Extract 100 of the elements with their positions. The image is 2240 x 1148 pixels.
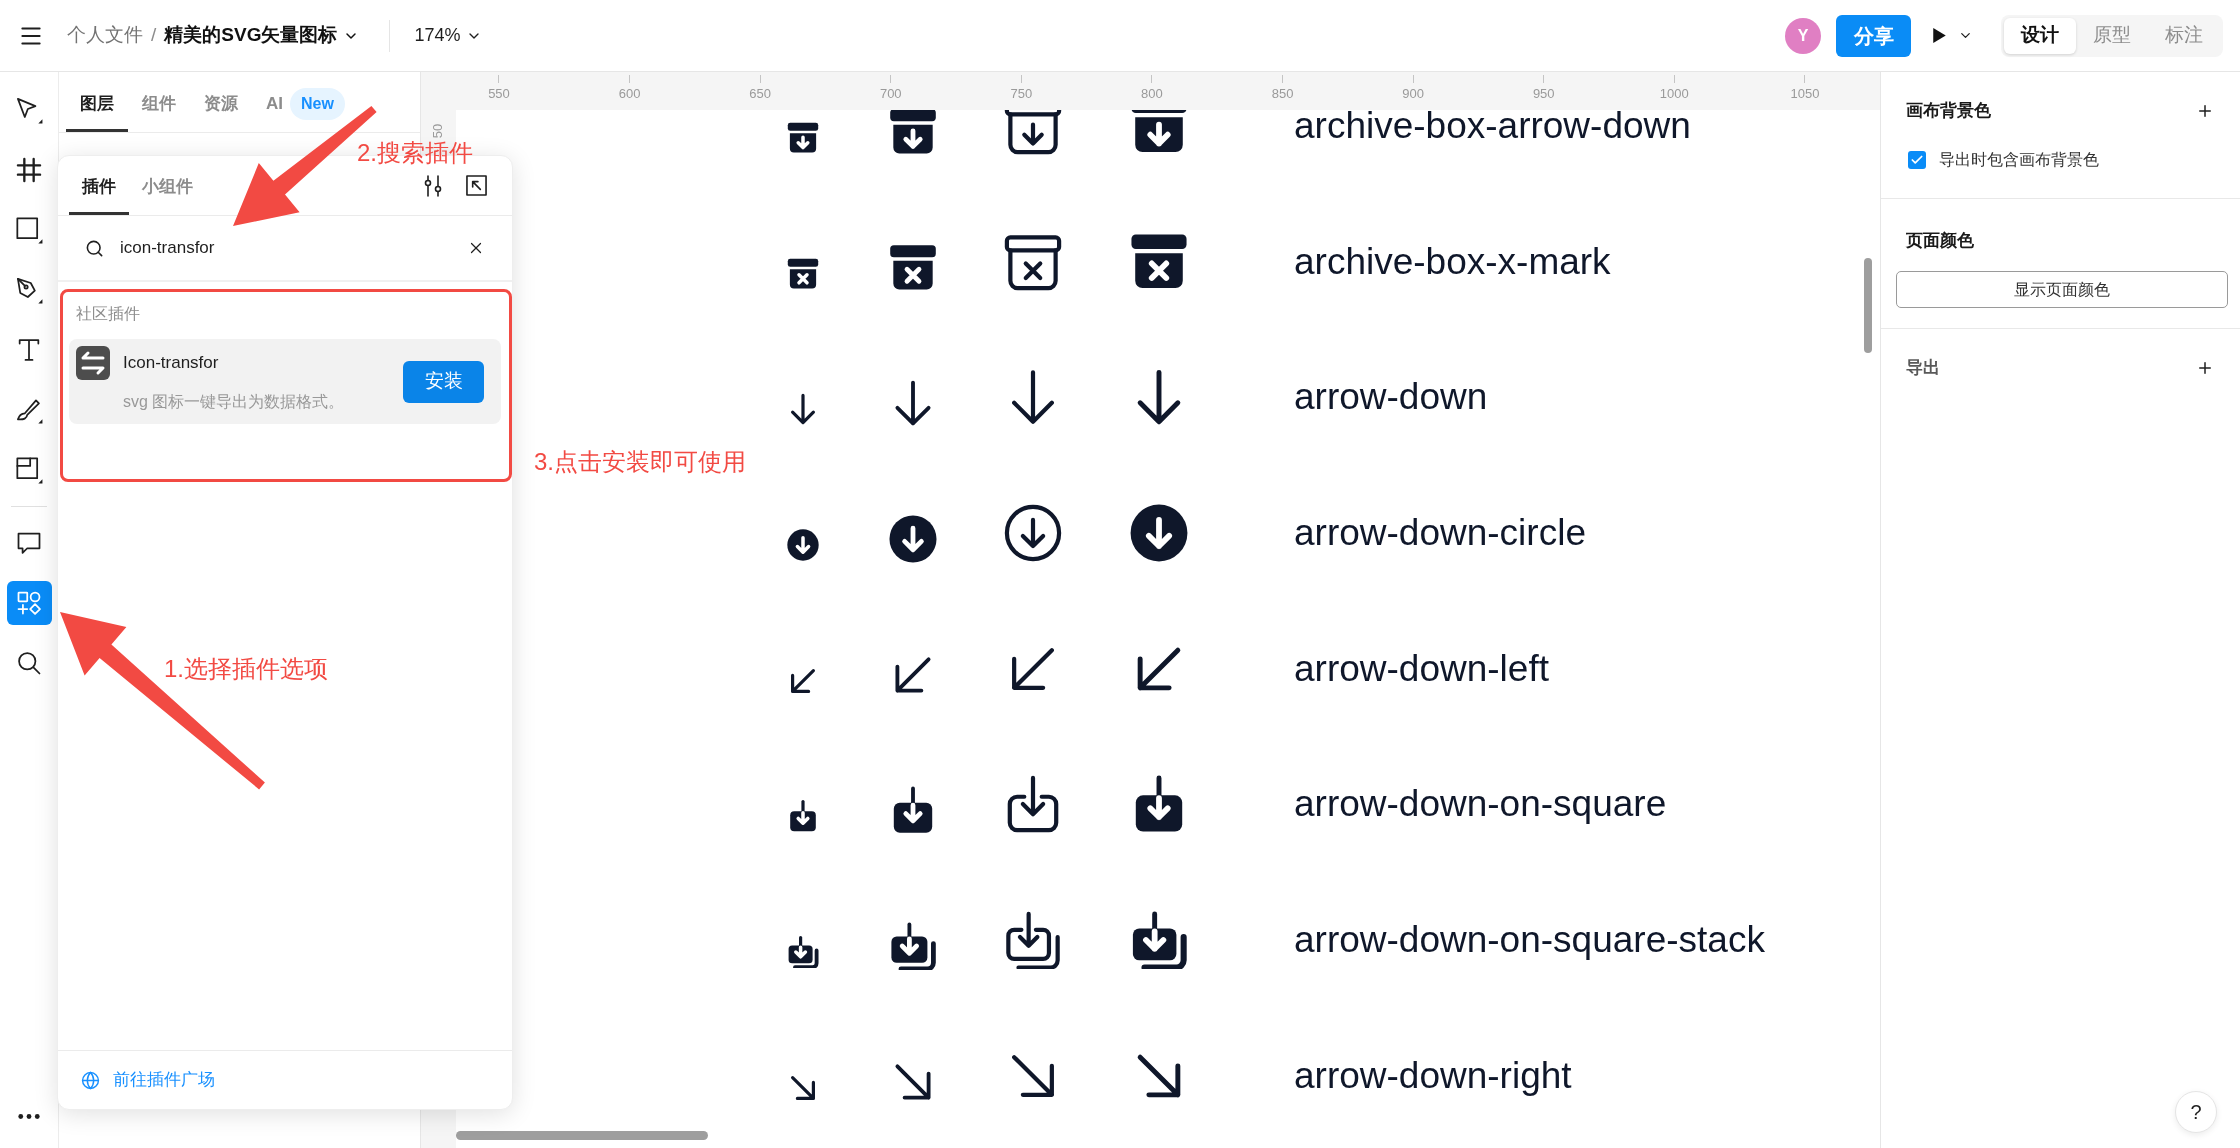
ruler-label: 750: [1010, 86, 1033, 102]
icon-name-label: archive-box-arrow-down: [1294, 110, 1691, 148]
search-field[interactable]: icon-transfor: [120, 233, 455, 263]
ruler-label: 900: [1402, 86, 1424, 102]
panel-tab[interactable]: 组件: [128, 72, 190, 132]
ruler-tick: [1543, 75, 1545, 83]
ruler-label: 1050: [1790, 86, 1820, 102]
show-page-color-button[interactable]: 显示页面颜色: [1896, 271, 2228, 308]
panel-tab[interactable]: 资源: [190, 72, 252, 132]
zoom-dropdown[interactable]: 174%: [414, 22, 483, 49]
archive-box-x-icon: [1004, 232, 1062, 291]
archive-box-x-icon: [787, 257, 819, 290]
down-arrow-square-stack-icon: [889, 921, 937, 970]
ruler-label: 50: [430, 123, 447, 139]
ruler-tick: [1412, 75, 1414, 83]
down-arrow-square-stack-icon: [787, 935, 819, 968]
add-button[interactable]: [2196, 102, 2214, 120]
ruler-label: 600: [618, 86, 641, 102]
globe-icon: [81, 1070, 100, 1090]
archive-box-down-arrow-icon: [787, 121, 819, 154]
popup-tab[interactable]: 小组件: [129, 156, 206, 215]
square-with-tab-icon: [15, 456, 43, 484]
ruler-label: 700: [879, 86, 902, 102]
down-arrow-square-icon: [787, 800, 819, 833]
vertical-scrollbar-thumb[interactable]: [1864, 258, 1872, 353]
ruler-label: 650: [749, 86, 771, 102]
pop-out-button[interactable]: [465, 174, 487, 197]
ruler-tick: [1151, 75, 1153, 83]
icon-name-label: arrow-down-left: [1294, 646, 1549, 691]
section-title: 导出: [1906, 358, 1940, 378]
ruler-label: 850: [1271, 86, 1294, 102]
more-icon: [18, 1112, 40, 1120]
mode-tab[interactable]: 标注: [2148, 17, 2220, 54]
hash-icon: [15, 156, 43, 184]
breadcrumb-separator: /: [151, 23, 157, 48]
archive-box-x-icon: [889, 243, 937, 292]
ruler-tick: [1804, 75, 1806, 83]
plugin-name: Icon-transfor: [123, 352, 219, 375]
archive-box-down-arrow-icon: [1004, 110, 1062, 155]
down-arrow-square-stack-icon: [1004, 910, 1062, 969]
search-icon: [85, 238, 104, 258]
section-title: 画布背景色: [1906, 101, 1991, 121]
down-arrow-circle-icon: [1004, 503, 1062, 562]
share-button[interactable]: 分享: [1836, 14, 1911, 57]
shapes-icon: [15, 589, 43, 617]
checkbox[interactable]: [1908, 151, 1926, 169]
down-arrow-circle-icon: [787, 528, 819, 561]
icon-name-label: arrow-down: [1294, 375, 1488, 420]
ruler-tick: [1020, 75, 1022, 83]
callout-text: 1.选择插件选项: [164, 657, 328, 681]
callout-text: 3.点击安装即可使用: [534, 450, 746, 474]
avatar[interactable]: Y: [1785, 17, 1821, 54]
add-button[interactable]: [2196, 359, 2214, 377]
icon-name-label: arrow-down-on-square-stack: [1294, 917, 1765, 962]
down-arrow-square-stack-icon: [1130, 910, 1188, 969]
install-button[interactable]: 安装: [403, 360, 484, 403]
ruler-tick: [890, 75, 892, 83]
square-icon: [15, 216, 43, 244]
ruler-tick: [629, 75, 631, 83]
icon-name-label: arrow-down-circle: [1294, 510, 1586, 555]
icon-name-label: arrow-down-right: [1294, 1053, 1572, 1098]
checkbox-label: 导出时包含画布背景色: [1939, 150, 2099, 170]
mode-tab[interactable]: 原型: [2076, 17, 2148, 54]
plugin-market-link[interactable]: 前往插件广场: [81, 1067, 215, 1093]
ruler-tick: [1282, 75, 1284, 83]
popup-tab[interactable]: 插件: [69, 156, 129, 215]
pointer-icon: [15, 96, 43, 124]
ruler-tick: [1673, 75, 1675, 83]
ruler-label: 950: [1532, 86, 1555, 102]
file-name-dropdown[interactable]: 精美的SVG矢量图标: [164, 21, 360, 50]
ruler-tick: [498, 75, 500, 83]
breadcrumb-parent[interactable]: 个人文件: [67, 21, 143, 50]
section-title: 页面颜色: [1906, 231, 1974, 250]
plugins-tool[interactable]: [6, 581, 52, 625]
plugin-card[interactable]: Icon-transfor svg 图标一键导出为数据格式。 安装: [69, 339, 501, 424]
search-icon: [15, 649, 43, 677]
ruler-label: 1000: [1659, 86, 1689, 102]
panel-tab[interactable]: 图层: [66, 72, 128, 132]
ruler-tick: [759, 75, 761, 83]
plus-icon: [2196, 102, 2214, 120]
plugin-description: svg 图标一键导出为数据格式。: [122, 392, 345, 412]
down-arrow-circle-icon: [889, 514, 937, 563]
mode-tab[interactable]: 设计: [2004, 17, 2076, 54]
sliders-icon: [424, 174, 442, 197]
icon-name-label: arrow-down-on-square: [1294, 782, 1667, 827]
icon-name-label: archive-box-x-mark: [1294, 239, 1611, 284]
new-badge: New: [290, 87, 345, 120]
ruler-label: 800: [1141, 86, 1163, 102]
archive-box-x-icon: [1130, 232, 1188, 291]
pen-nib-icon: [15, 276, 43, 304]
section-title: 社区插件: [75, 304, 141, 324]
plus-icon: [2196, 359, 2214, 377]
sliders-button[interactable]: [423, 174, 443, 197]
check-icon: [1910, 153, 1924, 167]
horizontal-scrollbar-thumb[interactable]: [456, 1131, 708, 1140]
callout-text: 2.搜索插件: [357, 141, 473, 165]
play-icon: [1933, 28, 1946, 43]
ruler-label: 550: [488, 86, 510, 102]
swap-arrows-icon: [76, 346, 110, 380]
down-arrow-circle-icon: [1130, 503, 1188, 562]
